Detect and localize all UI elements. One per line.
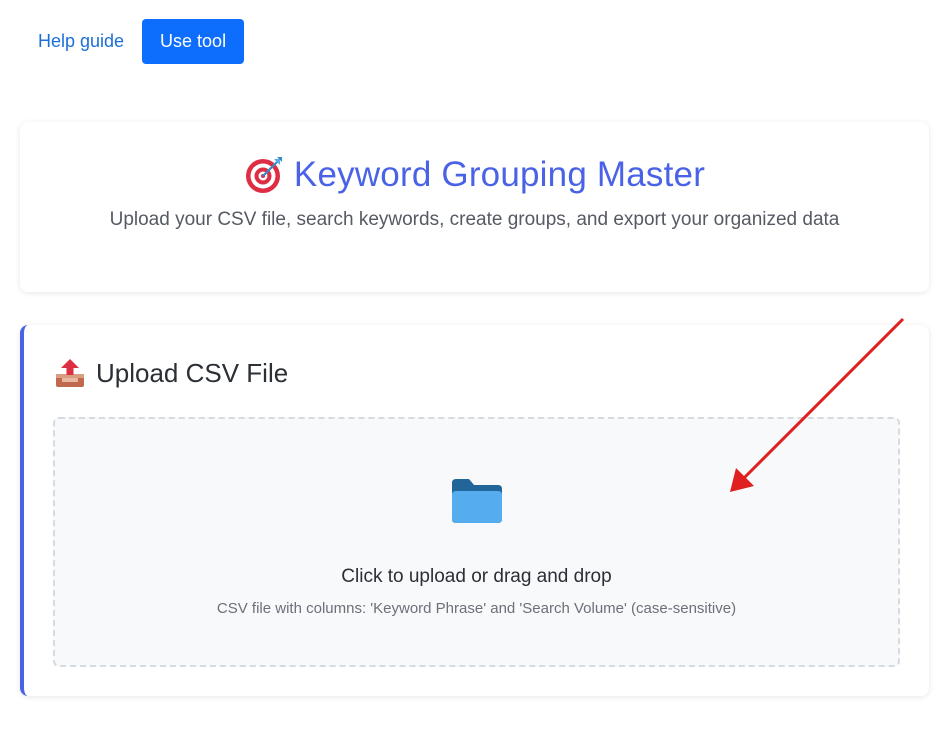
file-dropzone[interactable]: Click to upload or drag and drop CSV fil… bbox=[53, 417, 900, 667]
folder-icon bbox=[451, 479, 502, 523]
upload-heading-label: Upload CSV File bbox=[96, 357, 289, 388]
page-subtitle: Upload your CSV file, search keywords, c… bbox=[109, 209, 840, 230]
use-tool-button[interactable]: Use tool bbox=[142, 19, 245, 64]
page: Help guide Use tool Keyword Grouping Mas… bbox=[0, 0, 950, 733]
upload-heading: Upload CSV File bbox=[54, 357, 288, 389]
dropzone-hint-text: CSV file with columns: 'Keyword Phrase' … bbox=[216, 600, 737, 617]
upload-card: Upload CSV File Click to upload or drag … bbox=[20, 325, 929, 696]
help-guide-link[interactable]: Help guide bbox=[38, 31, 124, 52]
outbox-tray-icon bbox=[56, 359, 84, 387]
target-icon bbox=[245, 157, 282, 193]
top-nav: Help guide Use tool bbox=[38, 19, 245, 64]
title-row: Keyword Grouping Master bbox=[20, 155, 929, 195]
header-card: Keyword Grouping Master Upload your CSV … bbox=[20, 122, 929, 292]
dropzone-main-text: Click to upload or drag and drop bbox=[341, 566, 612, 587]
page-title: Keyword Grouping Master bbox=[293, 155, 706, 194]
